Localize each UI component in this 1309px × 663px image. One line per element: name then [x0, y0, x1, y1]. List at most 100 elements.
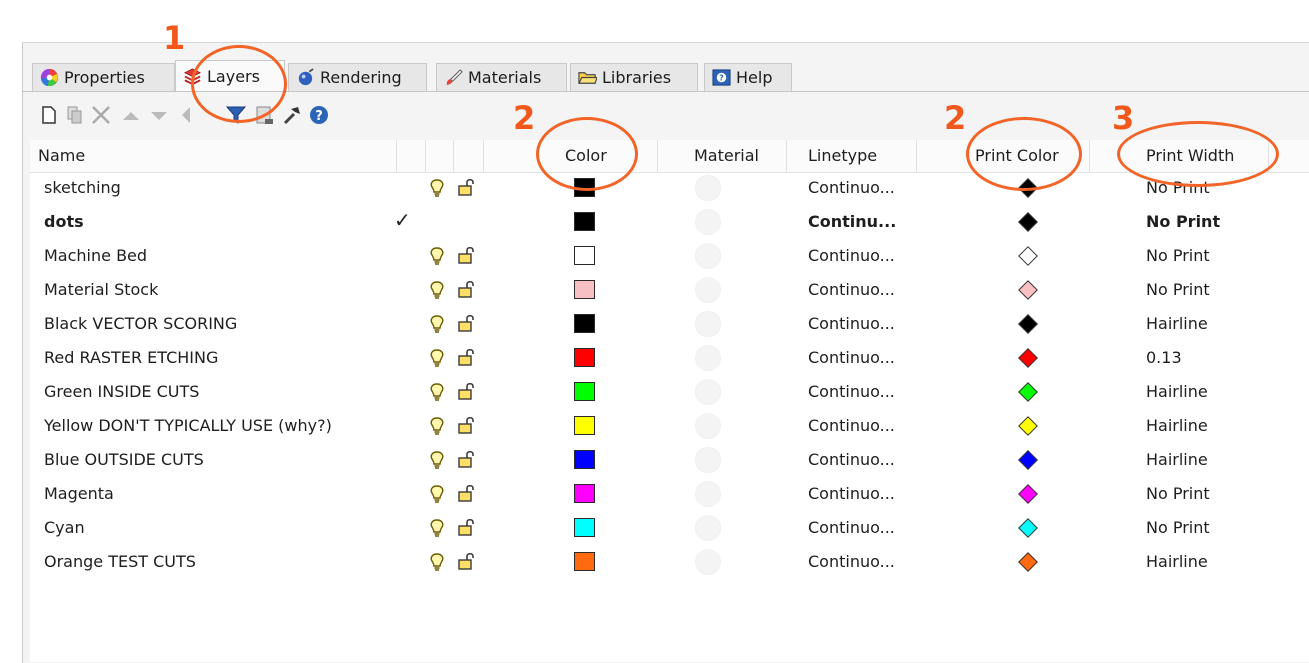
layer-row[interactable]: Green INSIDE CUTS Continuo... Hairline [30, 375, 1309, 409]
layer-page-icon[interactable] [254, 104, 276, 126]
unlock-icon[interactable] [457, 449, 475, 469]
new-sublayer-icon[interactable] [64, 104, 86, 126]
layer-name[interactable]: Red RASTER ETCHING [44, 348, 218, 367]
help-icon[interactable]: ? [308, 104, 330, 126]
material-icon[interactable] [695, 311, 721, 337]
material-icon[interactable] [695, 447, 721, 473]
layer-print-width[interactable]: Hairline [1146, 416, 1208, 435]
print-color-diamond-icon[interactable] [1018, 552, 1038, 572]
layer-print-width[interactable]: Hairline [1146, 450, 1208, 469]
layer-row[interactable]: sketching Continuo... No Print [30, 171, 1309, 205]
material-icon[interactable] [695, 175, 721, 201]
move-up-icon[interactable] [120, 104, 142, 126]
layer-color-swatch[interactable] [574, 450, 595, 469]
unlock-icon[interactable] [457, 483, 475, 503]
visible-bulb-icon[interactable] [428, 382, 446, 402]
column-linetype[interactable]: Linetype [808, 146, 877, 165]
layer-print-width[interactable]: No Print [1146, 280, 1210, 299]
material-icon[interactable] [695, 277, 721, 303]
visible-bulb-icon[interactable] [428, 552, 446, 572]
visible-bulb-icon[interactable] [428, 314, 446, 334]
layer-color-swatch[interactable] [574, 484, 595, 503]
print-color-diamond-icon[interactable] [1018, 484, 1038, 504]
new-layer-icon[interactable] [38, 104, 60, 126]
column-print-color[interactable]: Print Color [975, 146, 1059, 165]
unlock-icon[interactable] [457, 415, 475, 435]
layer-name[interactable]: Material Stock [44, 280, 158, 299]
column-color[interactable]: Color [565, 146, 607, 165]
layer-name[interactable]: Machine Bed [44, 246, 147, 265]
material-icon[interactable] [695, 515, 721, 541]
tab-materials[interactable]: Materials [436, 63, 567, 91]
unlock-icon[interactable] [457, 347, 475, 367]
layer-name[interactable]: Blue OUTSIDE CUTS [44, 450, 204, 469]
material-icon[interactable] [695, 549, 721, 575]
layer-color-swatch[interactable] [574, 280, 595, 299]
tab-rendering[interactable]: Rendering [288, 63, 427, 91]
layer-color-swatch[interactable] [574, 212, 595, 231]
print-color-diamond-icon[interactable] [1018, 416, 1038, 436]
layer-linetype[interactable]: Continu... [808, 212, 896, 231]
move-left-icon[interactable] [174, 104, 196, 126]
layer-color-swatch[interactable] [574, 552, 595, 571]
layer-print-width[interactable]: No Print [1146, 518, 1210, 537]
layer-name[interactable]: Magenta [44, 484, 114, 503]
layer-print-width[interactable]: Hairline [1146, 382, 1208, 401]
layer-linetype[interactable]: Continuo... [808, 484, 895, 503]
material-icon[interactable] [695, 481, 721, 507]
tab-layers[interactable]: Layers [175, 60, 285, 92]
delete-icon[interactable] [90, 104, 112, 126]
layer-linetype[interactable]: Continuo... [808, 280, 895, 299]
layer-color-swatch[interactable] [574, 178, 595, 197]
layer-color-swatch[interactable] [574, 246, 595, 265]
print-color-diamond-icon[interactable] [1018, 178, 1038, 198]
layer-linetype[interactable]: Continuo... [808, 246, 895, 265]
layer-row[interactable]: Red RASTER ETCHING Continuo... 0.13 [30, 341, 1309, 375]
visible-bulb-icon[interactable] [428, 178, 446, 198]
layer-print-width[interactable]: No Print [1146, 212, 1220, 231]
layer-linetype[interactable]: Continuo... [808, 382, 895, 401]
visible-bulb-icon[interactable] [428, 450, 446, 470]
layer-print-width[interactable]: No Print [1146, 484, 1210, 503]
visible-bulb-icon[interactable] [428, 348, 446, 368]
tab-libraries[interactable]: Libraries [570, 63, 698, 91]
layer-row[interactable]: Machine Bed Continuo... No Print [30, 239, 1309, 273]
print-color-diamond-icon[interactable] [1018, 280, 1038, 300]
layer-linetype[interactable]: Continuo... [808, 348, 895, 367]
layer-name[interactable]: Cyan [44, 518, 85, 537]
move-down-icon[interactable] [148, 104, 170, 126]
layer-name[interactable]: sketching [44, 178, 121, 197]
layer-color-swatch[interactable] [574, 416, 595, 435]
layer-row[interactable]: dots ✓ Continu... No Print [30, 205, 1309, 239]
unlock-icon[interactable] [457, 517, 475, 537]
visible-bulb-icon[interactable] [428, 280, 446, 300]
print-color-diamond-icon[interactable] [1018, 246, 1038, 266]
layer-linetype[interactable]: Continuo... [808, 314, 895, 333]
layer-name[interactable]: dots [44, 212, 84, 231]
layer-linetype[interactable]: Continuo... [808, 552, 895, 571]
column-material[interactable]: Material [694, 146, 759, 165]
layer-print-width[interactable]: No Print [1146, 178, 1210, 197]
layer-print-width[interactable]: No Print [1146, 246, 1210, 265]
material-icon[interactable] [695, 243, 721, 269]
layer-row[interactable]: Orange TEST CUTS Continuo... Hairline [30, 545, 1309, 579]
layer-linetype[interactable]: Continuo... [808, 416, 895, 435]
layer-print-width[interactable]: Hairline [1146, 314, 1208, 333]
unlock-icon[interactable] [457, 279, 475, 299]
layer-color-swatch[interactable] [574, 314, 595, 333]
tab-properties[interactable]: Properties [32, 63, 175, 91]
column-name[interactable]: Name [38, 146, 85, 165]
layer-linetype[interactable]: Continuo... [808, 178, 895, 197]
visible-bulb-icon[interactable] [428, 416, 446, 436]
layer-color-swatch[interactable] [574, 382, 595, 401]
layer-row[interactable]: Cyan Continuo... No Print [30, 511, 1309, 545]
layer-name[interactable]: Green INSIDE CUTS [44, 382, 199, 401]
layer-row[interactable]: Material Stock Continuo... No Print [30, 273, 1309, 307]
layer-print-width[interactable]: 0.13 [1146, 348, 1182, 367]
print-color-diamond-icon[interactable] [1018, 450, 1038, 470]
layer-row[interactable]: Blue OUTSIDE CUTS Continuo... Hairline [30, 443, 1309, 477]
column-print-width[interactable]: Print Width [1146, 146, 1234, 165]
layer-color-swatch[interactable] [574, 518, 595, 537]
material-icon[interactable] [695, 345, 721, 371]
current-layer-check-icon[interactable]: ✓ [394, 208, 411, 232]
